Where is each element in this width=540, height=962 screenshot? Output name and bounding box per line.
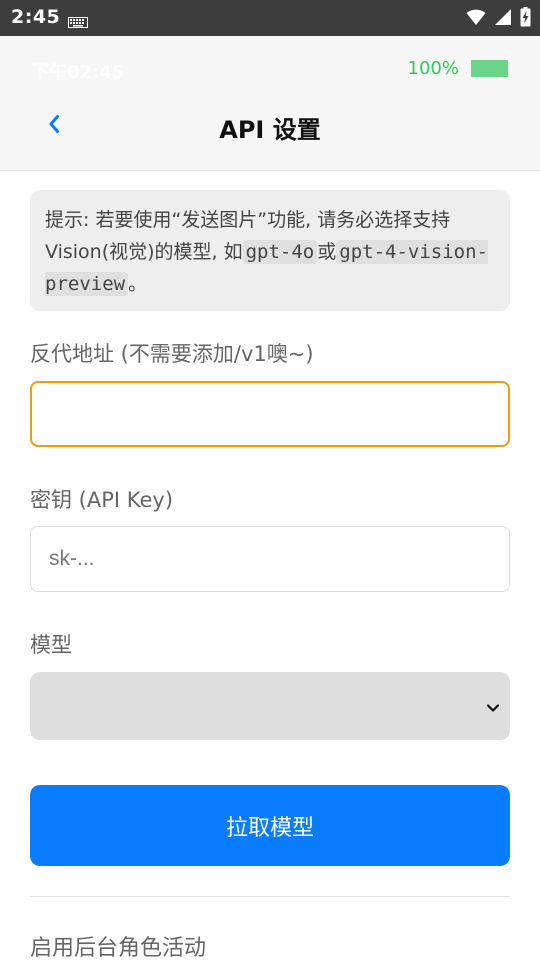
battery-fill [471, 60, 508, 77]
battery-bar [471, 60, 508, 77]
proxy-address-input[interactable] [30, 381, 510, 447]
signal-icon [494, 8, 512, 30]
app-status-time: 下午02:45 [31, 62, 125, 83]
api-key-label: 密钥 (API Key) [30, 488, 174, 512]
page-title: API 设置 [219, 116, 321, 144]
api-key-input[interactable] [30, 526, 510, 592]
section-divider [30, 896, 510, 897]
hint-suffix: 。 [128, 273, 148, 295]
model-label: 模型 [30, 633, 72, 657]
fetch-models-button[interactable]: 拉取模型 [30, 785, 510, 866]
app-battery-indicator: 100% [408, 58, 508, 79]
app-header: 下午02:45 100% API 设置 [0, 36, 540, 171]
system-time: 2:45 [11, 6, 61, 28]
keyboard-icon [68, 13, 88, 32]
enable-background-activity-label: 启用后台角色活动 [30, 936, 207, 961]
model-select[interactable] [30, 672, 510, 740]
wifi-icon [466, 8, 486, 30]
battery-charging-icon [520, 7, 531, 31]
proxy-address-label: 反代地址 (不需要添加/v1噢~) [30, 342, 314, 366]
chevron-down-icon [486, 698, 500, 717]
vision-hint-box: 提示: 若要使用“发送图片”功能, 请务必选择支持Vision(视觉)的模型, … [30, 190, 510, 311]
system-status-bar: 2:45 [0, 0, 540, 36]
hint-model-gpt-4o: gpt-4o [242, 240, 318, 264]
battery-percent: 100% [407, 58, 459, 79]
hint-or: 或 [317, 241, 337, 263]
